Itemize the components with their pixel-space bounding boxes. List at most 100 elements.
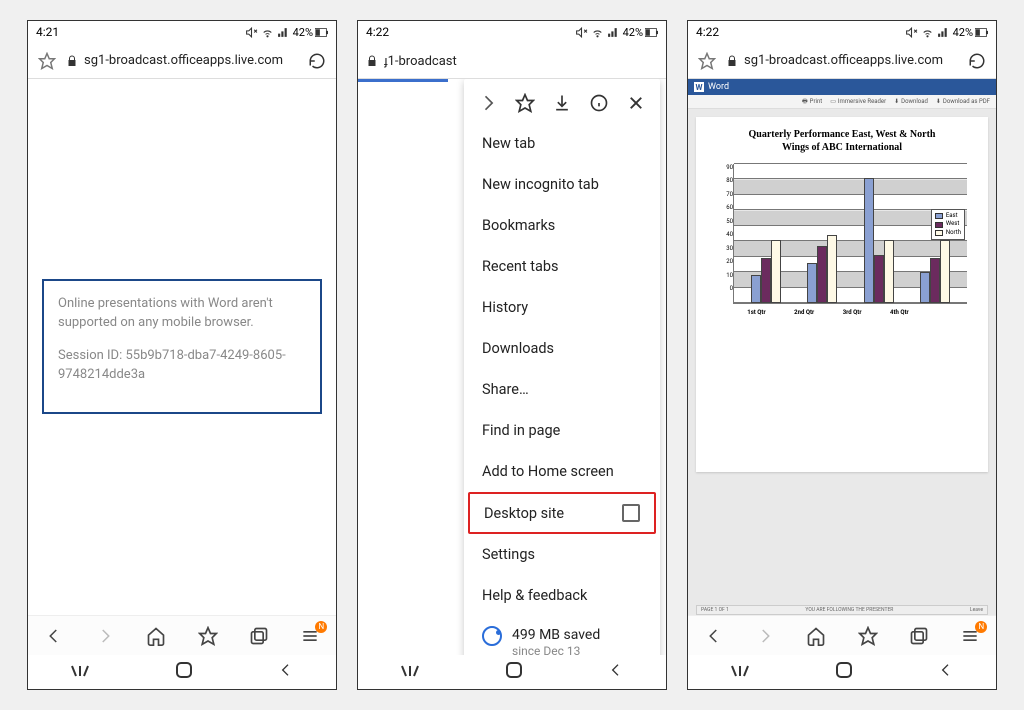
sys-recents-icon[interactable] [70,663,90,682]
nav-menu-icon[interactable]: N [298,624,322,648]
error-text-line1: Online presentations with Word aren't su… [58,295,306,333]
phone-screenshot-1: 4:21 42% sg1-broadcast.officeapps.live.c… [27,20,337,690]
url-display[interactable]: sg1-broadcast.officeapps.live.com [726,53,958,68]
reload-icon[interactable] [306,50,328,72]
menu-data-saved[interactable]: 499 MB saved since Dec 13 [464,616,660,655]
signal-icon [277,26,290,39]
page-content: Online presentations with Word aren't su… [28,79,336,615]
status-bar: 4:21 42% [28,21,336,43]
menu-star-icon[interactable] [515,93,535,113]
nav-back-icon[interactable] [702,624,726,648]
menu-forward-icon[interactable] [478,93,498,113]
document-page: Quarterly Performance East, West & North… [696,117,988,472]
system-nav [358,655,666,689]
menu-item-history[interactable]: History [464,287,660,328]
chart-y-axis: 9080706050403020100 [717,164,733,304]
unsupported-browser-message: Online presentations with Word aren't su… [42,279,322,414]
battery-icon [315,26,328,39]
lock-icon [66,55,78,67]
data-saver-icon [482,626,502,646]
status-time: 4:21 [36,25,59,39]
toolbar-pdf[interactable]: ⬇ Download as PDF [936,98,990,105]
word-app-label: Word [708,82,729,92]
nav-bookmark-icon[interactable] [196,624,220,648]
nav-badge: N [975,621,987,633]
bookmark-star-icon[interactable] [36,50,58,72]
address-bar[interactable]: sg1-broadcast.officeapps.live.com [688,43,996,79]
menu-item-new-tab[interactable]: New tab [464,123,660,164]
menu-item-incognito[interactable]: New incognito tab [464,164,660,205]
url-display[interactable]: ɟ1-broadcast [366,53,658,69]
nav-back-icon[interactable] [42,624,66,648]
reload-icon[interactable] [966,50,988,72]
menu-info-icon[interactable] [589,93,609,113]
sys-back-icon[interactable] [938,662,954,682]
status-indicators: 42% [245,26,328,39]
nav-home-icon[interactable] [804,624,828,648]
menu-items: New tab New incognito tab Bookmarks Rece… [464,123,660,616]
battery-icon [645,26,658,39]
battery-icon [975,26,988,39]
sys-recents-icon[interactable] [400,663,420,682]
battery-indicator: 42% [953,26,988,39]
error-text-line2: Session ID: 55b9b718-dba7-4249-8605-9748… [58,347,306,385]
nav-menu-icon[interactable]: N [958,624,982,648]
menu-item-recent-tabs[interactable]: Recent tabs [464,246,660,287]
document-background: PAGE 1 OF 1 YOU ARE FOLLOWING THE PRESEN… [688,472,996,615]
nav-forward-icon[interactable] [93,624,117,648]
nav-tabs-icon[interactable] [247,624,271,648]
menu-close-icon[interactable] [626,93,646,113]
leave-link[interactable]: Leave [970,607,983,613]
nav-tabs-icon[interactable] [907,624,931,648]
menu-item-add-home[interactable]: Add to Home screen [464,451,660,492]
bookmark-star-icon[interactable] [696,50,718,72]
sys-recents-icon[interactable] [730,663,750,682]
address-bar[interactable]: ɟ1-broadcast [358,43,666,79]
address-bar[interactable]: sg1-broadcast.officeapps.live.com [28,43,336,79]
nav-home-icon[interactable] [144,624,168,648]
wifi-icon [591,26,604,39]
menu-item-share[interactable]: Share… [464,369,660,410]
menu-item-downloads[interactable]: Downloads [464,328,660,369]
sys-home-icon[interactable] [175,661,193,683]
toolbar-print[interactable]: 🖶 Print [802,97,822,107]
lock-icon [726,55,738,67]
status-indicators: 42% [905,26,988,39]
toolbar-immersive[interactable]: ▭ Immersive Reader [830,98,886,105]
word-logo-icon: W [694,82,704,92]
menu-item-find[interactable]: Find in page [464,410,660,451]
url-display[interactable]: sg1-broadcast.officeapps.live.com [66,53,298,68]
page-count: PAGE 1 OF 1 [701,607,729,613]
toolbar-download[interactable]: ⬇ Download [894,98,928,105]
data-saved-since: since Dec 13 [512,644,600,655]
chart-x-axis: 1st Qtr2nd Qtr3rd Qtr4th Qtr [733,309,923,316]
desktop-site-checkbox[interactable] [622,504,640,522]
word-toolbar: 🖶 Print ▭ Immersive Reader ⬇ Download ⬇ … [688,95,996,109]
signal-icon [937,26,950,39]
chart-legend: EastWestNorth [931,209,965,240]
page-content: New tab New incognito tab Bookmarks Rece… [358,79,666,655]
menu-item-bookmarks[interactable]: Bookmarks [464,205,660,246]
loading-progress-bar [358,79,448,82]
status-time: 4:22 [366,25,389,39]
document-title: Quarterly Performance East, West & North… [704,129,980,154]
menu-download-icon[interactable] [552,93,572,113]
status-time: 4:22 [696,25,719,39]
sys-home-icon[interactable] [505,661,523,683]
battery-indicator: 42% [623,26,658,39]
menu-item-desktop-site[interactable]: Desktop site [468,492,656,534]
system-nav [28,655,336,689]
data-saved-amount: 499 MB saved [512,626,600,644]
nav-bookmark-icon[interactable] [856,624,880,648]
menu-action-row [464,83,660,123]
menu-item-settings[interactable]: Settings [464,534,660,575]
sys-back-icon[interactable] [278,662,294,682]
signal-icon [607,26,620,39]
sys-home-icon[interactable] [835,661,853,683]
status-bar: 4:22 42% [688,21,996,43]
sys-back-icon[interactable] [608,662,624,682]
nav-forward-icon[interactable] [753,624,777,648]
menu-item-help[interactable]: Help & feedback [464,575,660,616]
phone-screenshot-3: 4:22 42% sg1-broadcast.officeapps.live.c… [687,20,997,690]
mute-icon [245,26,258,39]
